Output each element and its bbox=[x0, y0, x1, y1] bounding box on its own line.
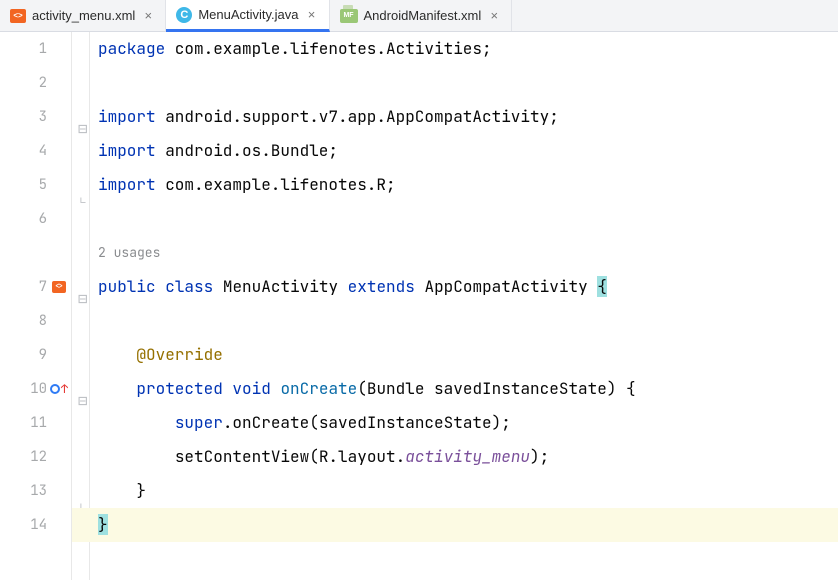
code-line[interactable]: setContentView(R.layout.activity_menu); bbox=[72, 440, 838, 474]
close-icon[interactable]: × bbox=[487, 8, 501, 23]
xml-file-icon: <> bbox=[10, 9, 26, 23]
java-class-icon: C bbox=[176, 7, 192, 23]
close-icon[interactable]: × bbox=[305, 7, 319, 22]
tab-label: AndroidManifest.xml bbox=[364, 8, 482, 23]
line-number: 7 bbox=[39, 270, 47, 304]
code-line[interactable]: ⌞ } bbox=[72, 474, 838, 508]
fold-end-icon: ⌞ bbox=[78, 486, 88, 496]
line-number: 1 bbox=[39, 32, 47, 66]
tab-label: activity_menu.xml bbox=[32, 8, 135, 23]
related-xml-marker-icon[interactable]: <> bbox=[52, 281, 66, 293]
code-line[interactable]: ⊟public class MenuActivity extends AppCo… bbox=[72, 270, 838, 304]
tab-menu-activity-java[interactable]: C MenuActivity.java × bbox=[166, 0, 329, 32]
fold-end-icon: ⌞ bbox=[78, 180, 88, 190]
line-number: 9 bbox=[39, 338, 47, 372]
code-line[interactable]: ⌞import com.example.lifenotes.R; bbox=[72, 168, 838, 202]
usages-inlay-hint[interactable]: 2 usages bbox=[72, 236, 838, 270]
tab-android-manifest-xml[interactable]: MF AndroidManifest.xml × bbox=[330, 0, 513, 31]
fold-toggle-icon[interactable]: ⊟ bbox=[78, 384, 88, 394]
line-number: 5 bbox=[39, 168, 47, 202]
code-area[interactable]: package com.example.lifenotes.Activities… bbox=[72, 32, 838, 580]
code-line[interactable] bbox=[72, 304, 838, 338]
line-number: 6 bbox=[39, 202, 47, 236]
line-number: 8 bbox=[39, 304, 47, 338]
code-line[interactable]: @Override bbox=[72, 338, 838, 372]
line-number: 14 bbox=[30, 508, 47, 542]
line-number: 4 bbox=[39, 134, 47, 168]
line-number-gutter: 1 2 3 4 5 6 7 <> 8 9 10 ↑ 11 12 13 14 bbox=[0, 32, 72, 580]
code-line[interactable]: super.onCreate(savedInstanceState); bbox=[72, 406, 838, 440]
close-icon[interactable]: × bbox=[141, 8, 155, 23]
code-line[interactable]: ⊟import android.support.v7.app.AppCompat… bbox=[72, 100, 838, 134]
code-line[interactable]: ⊟ protected void onCreate(Bundle savedIn… bbox=[72, 372, 838, 406]
editor-tab-bar: <> activity_menu.xml × C MenuActivity.ja… bbox=[0, 0, 838, 32]
code-editor[interactable]: 1 2 3 4 5 6 7 <> 8 9 10 ↑ 11 12 13 14 pa… bbox=[0, 32, 838, 580]
code-line[interactable]: package com.example.lifenotes.Activities… bbox=[72, 32, 838, 66]
code-line[interactable] bbox=[72, 66, 838, 100]
line-number: 3 bbox=[39, 100, 47, 134]
line-number: 11 bbox=[30, 406, 47, 440]
line-number: 12 bbox=[30, 440, 47, 474]
fold-toggle-icon[interactable]: ⊟ bbox=[78, 282, 88, 292]
override-marker-icon[interactable]: ↑ bbox=[50, 372, 68, 406]
tab-activity-menu-xml[interactable]: <> activity_menu.xml × bbox=[0, 0, 166, 31]
line-number: 13 bbox=[30, 474, 47, 508]
line-number: 2 bbox=[39, 66, 47, 100]
code-line[interactable] bbox=[72, 202, 838, 236]
line-number: 10 bbox=[30, 372, 47, 406]
code-line[interactable]: import android.os.Bundle; bbox=[72, 134, 838, 168]
manifest-file-icon: MF bbox=[340, 9, 358, 23]
fold-toggle-icon[interactable]: ⊟ bbox=[78, 112, 88, 122]
tab-label: MenuActivity.java bbox=[198, 7, 298, 22]
code-line[interactable]: } bbox=[72, 508, 838, 542]
